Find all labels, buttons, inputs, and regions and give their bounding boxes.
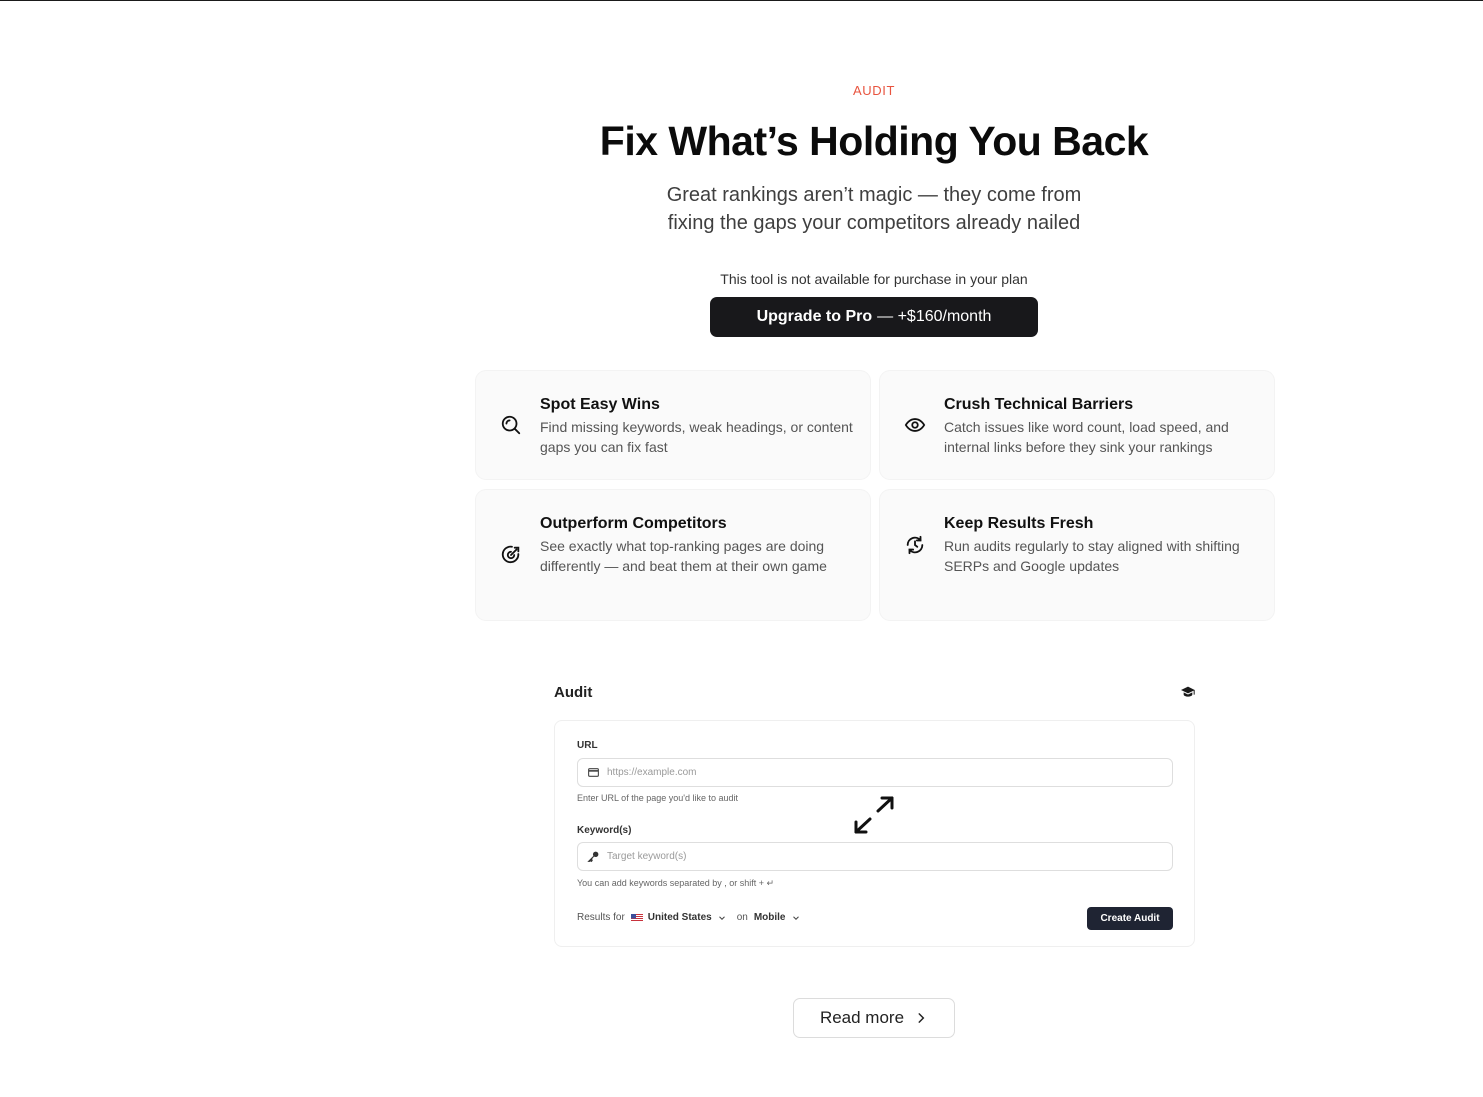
upgrade-label: Upgrade to Pro [756, 308, 873, 325]
upgrade-price: — +$160/month [877, 308, 992, 325]
feature-title: Crush Technical Barriers [944, 396, 1134, 413]
read-more-button[interactable]: Read more [793, 998, 955, 1038]
history-icon [904, 534, 926, 556]
keywords-input[interactable] [607, 851, 1172, 862]
page-subtitle: Great rankings aren’t magic — they come … [474, 181, 1274, 237]
feature-title: Outperform Competitors [540, 515, 727, 532]
url-field-wrapper[interactable] [577, 758, 1173, 787]
feature-card-crush-technical-barriers: Crush Technical Barriers Catch issues li… [880, 371, 1274, 479]
upgrade-to-pro-button[interactable]: Upgrade to Pro — +$160/month [710, 297, 1038, 337]
url-hint: Enter URL of the page you'd like to audi… [577, 793, 738, 803]
device-select[interactable]: Mobile [754, 912, 801, 923]
on-label: on [736, 912, 748, 923]
read-more-label: Read more [819, 1008, 905, 1027]
keywords-field-wrapper[interactable] [577, 842, 1173, 871]
us-flag-icon [630, 913, 643, 922]
chevron-right-icon [918, 1013, 925, 1023]
feature-card-spot-easy-wins: Spot Easy Wins Find missing keywords, we… [476, 371, 870, 479]
feature-desc: Catch issues like word count, load speed… [944, 419, 1229, 455]
browser-window-icon [588, 768, 599, 777]
feature-desc: Run audits regularly to stay aligned wit… [944, 538, 1240, 574]
eye-icon [904, 414, 926, 436]
country-value: United States [647, 912, 712, 923]
feature-desc: See exactly what top-ranking pages are d… [540, 538, 827, 574]
key-icon [587, 851, 599, 863]
feature-title: Spot Easy Wins [540, 396, 660, 413]
feature-desc: Find missing keywords, weak headings, or… [540, 419, 853, 455]
section-eyebrow: AUDIT [853, 83, 895, 98]
page-title: Fix What’s Holding You Back [599, 118, 1149, 164]
results-options: Results for United States on Mobile [577, 912, 801, 923]
chevron-down-icon [792, 915, 799, 920]
url-input[interactable] [607, 767, 1172, 778]
audit-panel-title: Audit [554, 684, 593, 701]
feature-card-outperform-competitors: Outperform Competitors See exactly what … [476, 490, 870, 620]
plan-notice: This tool is not available for purchase … [720, 271, 1028, 287]
feature-title: Keep Results Fresh [944, 515, 1094, 532]
subtitle-line-1: Great rankings aren’t magic — they come … [666, 184, 1082, 206]
url-label: URL [577, 740, 598, 751]
keywords-hint: You can add keywords separated by , or s… [577, 878, 775, 888]
audit-promo-page: AUDIT Fix What’s Holding You Back Great … [0, 0, 1483, 1097]
device-value: Mobile [753, 912, 786, 923]
create-audit-button[interactable]: Create Audit [1087, 907, 1173, 930]
feature-card-keep-results-fresh: Keep Results Fresh Run audits regularly … [880, 490, 1274, 620]
results-for-label: Results for [577, 912, 625, 923]
country-select[interactable]: United States [630, 912, 727, 923]
graduation-cap-icon[interactable] [1180, 684, 1196, 700]
keywords-label: Keyword(s) [577, 825, 632, 836]
subtitle-line-2: fixing the gaps your competitors already… [667, 212, 1081, 234]
chevron-down-icon [718, 915, 725, 920]
search-icon [500, 414, 522, 436]
target-icon [500, 544, 522, 566]
expand-icon[interactable] [853, 795, 895, 835]
